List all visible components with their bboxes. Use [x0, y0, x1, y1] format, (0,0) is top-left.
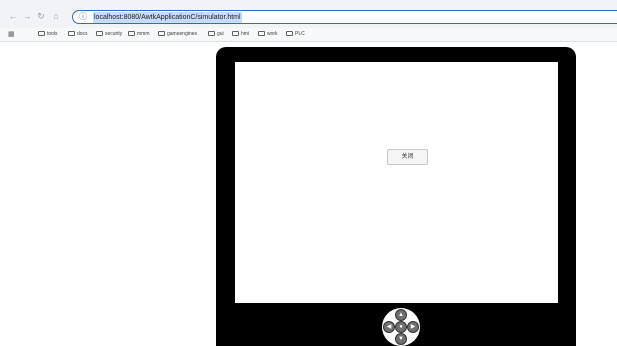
up-arrow-icon[interactable]: ▲	[395, 309, 407, 321]
bookmark-docs[interactable]: docs	[68, 30, 88, 39]
bookmark-label: gui	[217, 31, 224, 37]
folder-icon	[208, 31, 215, 36]
folder-icon	[232, 31, 239, 36]
folder-icon	[96, 31, 103, 36]
bookmark-label: docs	[77, 31, 88, 37]
bookmark-plc[interactable]: PLC	[286, 30, 305, 39]
dpad: ▲ ◀ ● ▶ ▼	[382, 308, 420, 346]
bookmark-gui[interactable]: gui	[208, 30, 224, 39]
address-bar[interactable]: ⓘ localhost:8080/AwtkApplicationC/simula…	[72, 10, 617, 24]
folder-icon	[68, 31, 75, 36]
home-icon[interactable]: ⌂	[51, 11, 61, 21]
back-icon[interactable]: ←	[8, 11, 18, 21]
bookmark-label: work	[267, 31, 278, 37]
folder-icon	[258, 31, 265, 36]
bookmark-mmm[interactable]: mmm	[128, 30, 150, 39]
reload-icon[interactable]: ↻	[36, 11, 46, 21]
bookmark-label: hmi	[241, 31, 250, 37]
bookmark-gameengines[interactable]: gameengines	[158, 30, 197, 39]
bookmark-work[interactable]: work	[258, 30, 278, 39]
apps-grid-icon[interactable]: ▦	[8, 31, 16, 39]
folder-icon	[38, 31, 45, 36]
bookmark-label: PLC	[295, 31, 305, 37]
browser-toolbar: ← → ↻ ⌂ ⓘ localhost:8080/AwtkApplication…	[0, 0, 617, 28]
bookmark-label: gameengines	[167, 31, 198, 37]
folder-icon	[158, 31, 165, 36]
close-button[interactable]: 关闭	[387, 149, 428, 165]
left-arrow-icon[interactable]: ◀	[383, 321, 395, 333]
folder-icon	[286, 31, 293, 36]
right-arrow-icon[interactable]: ▶	[407, 321, 419, 333]
bookmark-label: tools	[47, 31, 58, 37]
bookmark-label: mmm	[137, 31, 150, 37]
folder-icon	[128, 31, 135, 36]
bookmark-hmi[interactable]: hmi	[232, 30, 249, 39]
bookmark-label: security	[105, 31, 123, 37]
bookmarks-bar: ▦ tools docs security mmm gameengines gu…	[0, 28, 617, 42]
down-arrow-icon[interactable]: ▼	[395, 333, 407, 345]
bookmark-tools[interactable]: tools	[38, 30, 58, 39]
simulator-screen: 关闭	[235, 62, 558, 303]
bookmark-security[interactable]: security	[96, 30, 122, 39]
url-text[interactable]: localhost:8080/AwtkApplicationC/simulato…	[93, 12, 242, 23]
site-info-icon[interactable]: ⓘ	[79, 12, 89, 22]
ok-button[interactable]: ●	[395, 321, 407, 333]
forward-icon[interactable]: →	[22, 11, 32, 21]
simulator-device: 关闭 ▲ ◀ ● ▶ ▼	[216, 47, 576, 346]
